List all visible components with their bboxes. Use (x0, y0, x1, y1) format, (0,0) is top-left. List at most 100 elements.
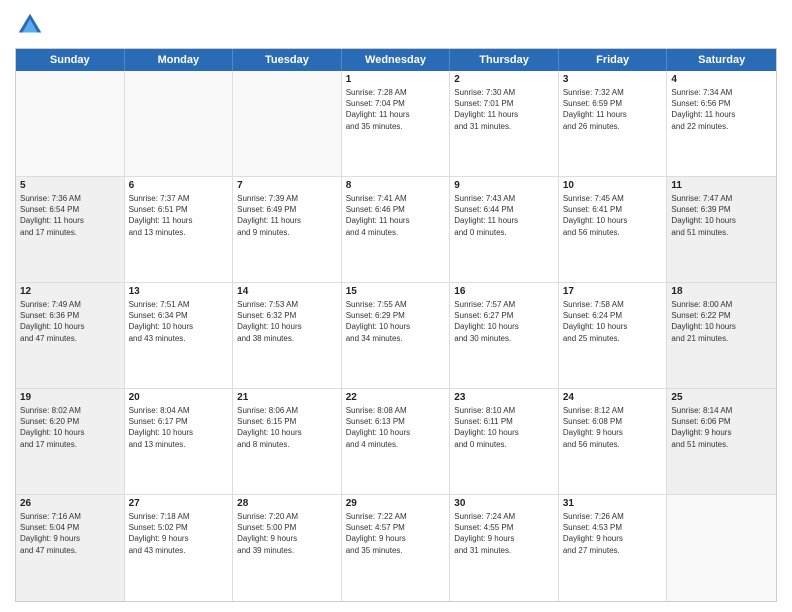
day-number: 27 (129, 498, 229, 509)
day-number: 14 (237, 286, 337, 297)
calendar-cell (125, 71, 234, 176)
calendar-cell: 12 Sunrise: 7:49 AM Sunset: 6:36 PM Dayli… (16, 283, 125, 388)
calendar-cell: 31 Sunrise: 7:26 AM Sunset: 4:53 PM Dayli… (559, 495, 668, 601)
calendar-cell: 19 Sunrise: 8:02 AM Sunset: 6:20 PM Dayli… (16, 389, 125, 494)
day-info: Sunrise: 7:53 AM Sunset: 6:32 PM Dayligh… (237, 299, 337, 344)
day-info: Sunrise: 7:18 AM Sunset: 5:02 PM Dayligh… (129, 511, 229, 556)
day-info: Sunrise: 7:43 AM Sunset: 6:44 PM Dayligh… (454, 193, 554, 238)
calendar-row: 1 Sunrise: 7:28 AM Sunset: 7:04 PM Daylig… (16, 71, 776, 177)
calendar-cell (233, 71, 342, 176)
weekday-header: Sunday (16, 49, 125, 71)
calendar-cell: 5Sunrise: 7:36 AM Sunset: 6:54 PM Daylig… (16, 177, 125, 282)
day-info: Sunrise: 8:14 AM Sunset: 6:06 PM Dayligh… (671, 405, 772, 450)
calendar-cell: 26 Sunrise: 7:16 AM Sunset: 5:04 PM Dayli… (16, 495, 125, 601)
weekday-header: Saturday (667, 49, 776, 71)
calendar-cell: 8 Sunrise: 7:41 AM Sunset: 6:46 PM Daylig… (342, 177, 451, 282)
logo (15, 10, 49, 40)
calendar-cell: 10 Sunrise: 7:45 AM Sunset: 6:41 PM Dayli… (559, 177, 668, 282)
weekday-header: Friday (559, 49, 668, 71)
day-number: 23 (454, 392, 554, 403)
day-number: 12 (20, 286, 120, 297)
calendar-cell: 25 Sunrise: 8:14 AM Sunset: 6:06 PM Dayli… (667, 389, 776, 494)
calendar-row: 12 Sunrise: 7:49 AM Sunset: 6:36 PM Dayli… (16, 283, 776, 389)
calendar-cell: 9Sunrise: 7:43 AM Sunset: 6:44 PM Daylig… (450, 177, 559, 282)
day-info: Sunrise: 7:41 AM Sunset: 6:46 PM Dayligh… (346, 193, 446, 238)
day-number: 17 (563, 286, 663, 297)
day-info: Sunrise: 7:20 AM Sunset: 5:00 PM Dayligh… (237, 511, 337, 556)
day-number: 6 (129, 180, 229, 191)
calendar-cell: 1 Sunrise: 7:28 AM Sunset: 7:04 PM Daylig… (342, 71, 451, 176)
calendar-cell (667, 495, 776, 601)
day-info: Sunrise: 7:34 AM Sunset: 6:56 PM Dayligh… (671, 87, 772, 132)
day-info: Sunrise: 7:22 AM Sunset: 4:57 PM Dayligh… (346, 511, 446, 556)
calendar-cell: 11 Sunrise: 7:47 AM Sunset: 6:39 PM Dayli… (667, 177, 776, 282)
calendar-cell: 22Sunrise: 8:08 AM Sunset: 6:13 PM Dayli… (342, 389, 451, 494)
day-info: Sunrise: 7:55 AM Sunset: 6:29 PM Dayligh… (346, 299, 446, 344)
day-info: Sunrise: 7:58 AM Sunset: 6:24 PM Dayligh… (563, 299, 663, 344)
day-info: Sunrise: 8:12 AM Sunset: 6:08 PM Dayligh… (563, 405, 663, 450)
day-info: Sunrise: 7:37 AM Sunset: 6:51 PM Dayligh… (129, 193, 229, 238)
day-info: Sunrise: 7:47 AM Sunset: 6:39 PM Dayligh… (671, 193, 772, 238)
day-number: 18 (671, 286, 772, 297)
day-number: 8 (346, 180, 446, 191)
calendar-cell: 7 Sunrise: 7:39 AM Sunset: 6:49 PM Daylig… (233, 177, 342, 282)
day-number: 7 (237, 180, 337, 191)
calendar-cell: 13 Sunrise: 7:51 AM Sunset: 6:34 PM Dayli… (125, 283, 234, 388)
day-info: Sunrise: 7:45 AM Sunset: 6:41 PM Dayligh… (563, 193, 663, 238)
day-number: 31 (563, 498, 663, 509)
calendar-cell: 18Sunrise: 8:00 AM Sunset: 6:22 PM Dayli… (667, 283, 776, 388)
day-number: 21 (237, 392, 337, 403)
day-number: 24 (563, 392, 663, 403)
calendar-cell: 27 Sunrise: 7:18 AM Sunset: 5:02 PM Dayli… (125, 495, 234, 601)
day-number: 4 (671, 74, 772, 85)
day-number: 2 (454, 74, 554, 85)
header (15, 10, 777, 40)
day-number: 13 (129, 286, 229, 297)
weekday-header: Thursday (450, 49, 559, 71)
day-info: Sunrise: 7:39 AM Sunset: 6:49 PM Dayligh… (237, 193, 337, 238)
calendar-cell: 29Sunrise: 7:22 AM Sunset: 4:57 PM Dayli… (342, 495, 451, 601)
day-number: 16 (454, 286, 554, 297)
day-number: 1 (346, 74, 446, 85)
page-container: SundayMondayTuesdayWednesdayThursdayFrid… (0, 0, 792, 612)
weekday-header: Tuesday (233, 49, 342, 71)
calendar-cell: 20Sunrise: 8:04 AM Sunset: 6:17 PM Dayli… (125, 389, 234, 494)
day-number: 30 (454, 498, 554, 509)
day-info: Sunrise: 7:28 AM Sunset: 7:04 PM Dayligh… (346, 87, 446, 132)
day-number: 20 (129, 392, 229, 403)
calendar-row: 26 Sunrise: 7:16 AM Sunset: 5:04 PM Dayli… (16, 495, 776, 601)
calendar-cell: 28 Sunrise: 7:20 AM Sunset: 5:00 PM Dayli… (233, 495, 342, 601)
calendar: SundayMondayTuesdayWednesdayThursdayFrid… (15, 48, 777, 602)
calendar-cell: 17 Sunrise: 7:58 AM Sunset: 6:24 PM Dayli… (559, 283, 668, 388)
calendar-cell: 15 Sunrise: 7:55 AM Sunset: 6:29 PM Dayli… (342, 283, 451, 388)
day-number: 11 (671, 180, 772, 191)
day-number: 19 (20, 392, 120, 403)
day-info: Sunrise: 8:02 AM Sunset: 6:20 PM Dayligh… (20, 405, 120, 450)
calendar-cell: 23Sunrise: 8:10 AM Sunset: 6:11 PM Dayli… (450, 389, 559, 494)
calendar-cell (16, 71, 125, 176)
day-info: Sunrise: 8:08 AM Sunset: 6:13 PM Dayligh… (346, 405, 446, 450)
calendar-cell: 6 Sunrise: 7:37 AM Sunset: 6:51 PM Daylig… (125, 177, 234, 282)
calendar-cell: 3Sunrise: 7:32 AM Sunset: 6:59 PM Daylig… (559, 71, 668, 176)
day-info: Sunrise: 7:26 AM Sunset: 4:53 PM Dayligh… (563, 511, 663, 556)
calendar-row: 5Sunrise: 7:36 AM Sunset: 6:54 PM Daylig… (16, 177, 776, 283)
weekday-header: Wednesday (342, 49, 451, 71)
day-info: Sunrise: 7:51 AM Sunset: 6:34 PM Dayligh… (129, 299, 229, 344)
day-number: 28 (237, 498, 337, 509)
calendar-row: 19 Sunrise: 8:02 AM Sunset: 6:20 PM Dayli… (16, 389, 776, 495)
day-number: 26 (20, 498, 120, 509)
calendar-cell: 14 Sunrise: 7:53 AM Sunset: 6:32 PM Dayli… (233, 283, 342, 388)
day-number: 10 (563, 180, 663, 191)
calendar-cell: 24 Sunrise: 8:12 AM Sunset: 6:08 PM Dayli… (559, 389, 668, 494)
day-info: Sunrise: 7:49 AM Sunset: 6:36 PM Dayligh… (20, 299, 120, 344)
calendar-cell: 16 Sunrise: 7:57 AM Sunset: 6:27 PM Dayli… (450, 283, 559, 388)
logo-icon (15, 10, 45, 40)
day-info: Sunrise: 7:30 AM Sunset: 7:01 PM Dayligh… (454, 87, 554, 132)
day-info: Sunrise: 7:16 AM Sunset: 5:04 PM Dayligh… (20, 511, 120, 556)
day-info: Sunrise: 7:57 AM Sunset: 6:27 PM Dayligh… (454, 299, 554, 344)
day-number: 15 (346, 286, 446, 297)
day-number: 25 (671, 392, 772, 403)
day-info: Sunrise: 8:06 AM Sunset: 6:15 PM Dayligh… (237, 405, 337, 450)
calendar-header: SundayMondayTuesdayWednesdayThursdayFrid… (16, 49, 776, 71)
day-info: Sunrise: 7:36 AM Sunset: 6:54 PM Dayligh… (20, 193, 120, 238)
